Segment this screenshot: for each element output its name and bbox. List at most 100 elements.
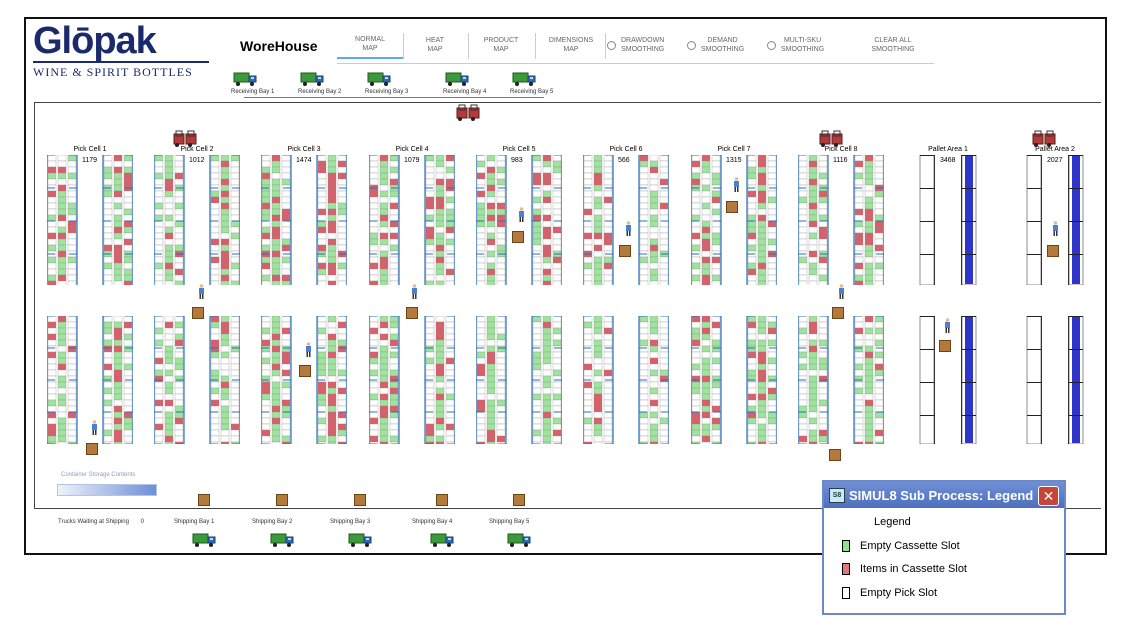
cassette-box-icon bbox=[512, 231, 524, 243]
menu-button-8[interactable]: CLEAR ALL SMOOTHING bbox=[852, 31, 934, 59]
shipping-pallet-icon bbox=[354, 494, 366, 506]
cassette-box-icon bbox=[726, 201, 738, 213]
receiving-truck-icon bbox=[367, 71, 393, 87]
menu-button-4[interactable]: DIMENSIONS MAP bbox=[537, 31, 605, 59]
menu-label: DRAWDOWN SMOOTHING bbox=[621, 37, 665, 53]
logo-word: Glōpak bbox=[33, 20, 157, 62]
trucks-waiting-label: Trucks Waiting at Shipping bbox=[58, 519, 129, 525]
shipping-truck-icon bbox=[192, 532, 218, 548]
receiving-conveyor bbox=[244, 97, 544, 98]
worker-icon bbox=[198, 284, 204, 299]
worker-icon bbox=[305, 342, 311, 357]
shipping-pallet-icon bbox=[198, 494, 210, 506]
rack-block bbox=[369, 155, 455, 285]
trucks-waiting-readout: Trucks Waiting at Shipping 0 bbox=[58, 519, 144, 525]
rack-block bbox=[583, 155, 669, 285]
legend-item-label: Empty Pick Slot bbox=[860, 587, 938, 599]
cassette-box-icon bbox=[86, 443, 98, 455]
cassette-box-icon bbox=[192, 307, 204, 319]
radio-icon[interactable] bbox=[767, 40, 776, 50]
rack-block bbox=[154, 155, 240, 285]
pick-cell-label: Pick Cell 5 bbox=[502, 146, 536, 153]
forklift-icon bbox=[819, 130, 845, 148]
receiving-truck-icon bbox=[233, 71, 259, 87]
rack-block bbox=[919, 316, 977, 444]
page-title: WoreHouse bbox=[240, 38, 318, 54]
shipping-pallet-icon bbox=[513, 494, 525, 506]
rack-block bbox=[476, 316, 562, 444]
receiving-truck-icon bbox=[512, 71, 538, 87]
shipping-truck-icon bbox=[348, 532, 374, 548]
receiving-truck-icon bbox=[300, 71, 326, 87]
cassette-box-icon bbox=[619, 245, 631, 257]
shipping-bay-label: Shipping Bay 2 bbox=[252, 519, 293, 525]
legend-item-empty-pick: Empty Pick Slot bbox=[842, 587, 937, 599]
menu-label: MULTI-SKU SMOOTHING bbox=[781, 37, 825, 53]
rack-block bbox=[691, 316, 777, 444]
cassette-box-icon bbox=[1047, 245, 1059, 257]
shipping-bay-label: Shipping Bay 4 bbox=[412, 519, 453, 525]
worker-icon bbox=[944, 318, 950, 333]
pick-cell-label: Pick Cell 1 bbox=[73, 146, 107, 153]
simul8-app-icon: S8 bbox=[829, 487, 845, 503]
pick-cell-label: Pick Cell 6 bbox=[609, 146, 643, 153]
legend-item-label: Items in Cassette Slot bbox=[860, 563, 967, 575]
menu-button-3[interactable]: PRODUCT MAP bbox=[470, 31, 532, 59]
legend-window[interactable]: S8 SIMUL8 Sub Process: Legend ✕ Legend E… bbox=[822, 480, 1066, 615]
menu-separator bbox=[535, 33, 536, 59]
rack-block bbox=[47, 316, 133, 444]
rack-block bbox=[583, 316, 669, 444]
forklift-icon bbox=[173, 130, 199, 148]
legend-item-label: Empty Cassette Slot bbox=[860, 540, 960, 552]
receiving-bay-label: Receiving Bay 2 bbox=[298, 89, 342, 95]
receiving-truck-icon bbox=[445, 71, 471, 87]
pick-cell-label: Pick Cell 7 bbox=[717, 146, 751, 153]
logo-tagline: WINE & SPIRIT BOTTLES bbox=[33, 65, 193, 79]
menu-label: DEMAND SMOOTHING bbox=[701, 37, 745, 53]
rack-block bbox=[1026, 155, 1084, 285]
menu-button-5[interactable]: DRAWDOWN SMOOTHING bbox=[607, 31, 685, 59]
radio-icon[interactable] bbox=[687, 40, 696, 50]
worker-icon bbox=[518, 207, 524, 222]
radio-icon[interactable] bbox=[607, 40, 616, 50]
menu-button-6[interactable]: DEMAND SMOOTHING bbox=[687, 31, 765, 59]
receiving-bay-label: Receiving Bay 5 bbox=[510, 89, 554, 95]
legend-item-empty-cassette: Empty Cassette Slot bbox=[842, 540, 960, 552]
forklift-icon bbox=[1032, 130, 1058, 148]
rack-block bbox=[1026, 316, 1084, 444]
trucks-waiting-value: 0 bbox=[140, 519, 144, 525]
rack-block bbox=[691, 155, 777, 285]
rack-block bbox=[261, 155, 347, 285]
cassette-box-icon bbox=[939, 340, 951, 352]
menu-button-1[interactable]: NORMAL MAP bbox=[337, 31, 403, 59]
legend-item-items-in-cassette: Items in Cassette Slot bbox=[842, 563, 967, 575]
menu-separator bbox=[468, 33, 469, 59]
rack-block bbox=[47, 155, 133, 285]
receiving-bay-label: Receiving Bay 1 bbox=[231, 89, 275, 95]
pick-cell-label: Pick Cell 4 bbox=[395, 146, 429, 153]
legend-swatch-white bbox=[842, 587, 850, 599]
legend-swatch-green bbox=[842, 540, 850, 552]
menu-button-2[interactable]: HEAT MAP bbox=[405, 31, 465, 59]
pallet-area-label: Pallet Area 1 bbox=[928, 146, 968, 153]
cassette-box-icon bbox=[299, 365, 311, 377]
shipping-pallet-icon bbox=[276, 494, 288, 506]
rack-block bbox=[369, 316, 455, 444]
shipping-bay-label: Shipping Bay 3 bbox=[330, 519, 371, 525]
cassette-box-icon bbox=[829, 449, 841, 461]
map-mode-toolbar: NORMAL MAP HEAT MAP PRODUCT MAP DIMENSIONS … bbox=[337, 31, 934, 64]
shipping-truck-icon bbox=[270, 532, 296, 548]
legend-titlebar[interactable]: S8 SIMUL8 Sub Process: Legend bbox=[824, 482, 1064, 508]
rack-block bbox=[154, 316, 240, 444]
worker-icon bbox=[838, 284, 844, 299]
worker-icon bbox=[1052, 221, 1058, 236]
close-button[interactable]: ✕ bbox=[1038, 486, 1059, 506]
rack-block bbox=[261, 316, 347, 444]
shipping-pallet-icon bbox=[436, 494, 448, 506]
glopak-logo: Glōpak WINE & SPIRIT BOTTLES bbox=[33, 20, 209, 80]
shipping-bay-label: Shipping Bay 1 bbox=[174, 519, 215, 525]
forklift-icon bbox=[456, 104, 482, 122]
legend-swatch-red bbox=[842, 563, 850, 575]
receiving-bay-label: Receiving Bay 4 bbox=[443, 89, 487, 95]
menu-button-7[interactable]: MULTI-SKU SMOOTHING bbox=[767, 31, 849, 59]
